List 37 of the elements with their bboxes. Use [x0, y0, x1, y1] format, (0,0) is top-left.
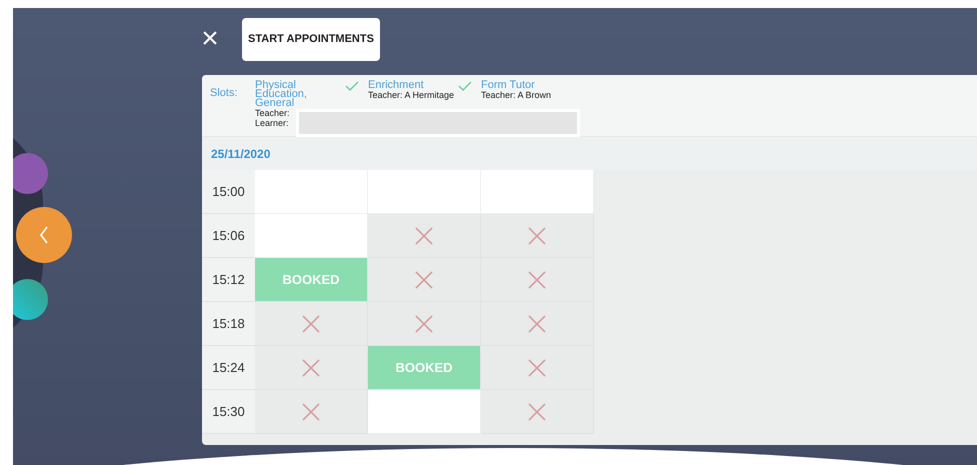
cross-icon: [527, 314, 547, 334]
free-slot[interactable]: [255, 214, 368, 258]
slot-title[interactable]: Physical Education, General: [255, 81, 343, 108]
cross-icon: [527, 270, 547, 290]
slot-detail: Teacher: A Brown: [481, 90, 552, 100]
cross-icon: [301, 314, 321, 334]
slot-detail: Teacher:: [255, 108, 291, 118]
cross-icon: [527, 358, 547, 378]
cross-icon: [414, 314, 434, 334]
time-label: 15:30: [202, 390, 255, 434]
cross-icon: [527, 402, 547, 422]
free-slot[interactable]: [368, 170, 481, 214]
booked-slot[interactable]: BOOKED: [368, 346, 481, 390]
time-label: 15:00: [202, 170, 255, 214]
free-slot[interactable]: [368, 390, 481, 434]
free-slot[interactable]: [255, 170, 368, 214]
cross-icon: [414, 226, 434, 246]
slot-title[interactable]: Enrichment: [368, 81, 456, 90]
nav-circle-button[interactable]: [13, 279, 48, 320]
slot-detail: Teacher: A Hermitage: [368, 90, 456, 100]
slots-label: Slots:: [209, 86, 239, 101]
nav-circle-button[interactable]: [13, 153, 48, 194]
cross-icon: [414, 270, 434, 290]
time-label: 15:06: [202, 214, 255, 258]
cross-icon: [301, 358, 321, 378]
booked-slot[interactable]: BOOKED: [255, 258, 368, 302]
chevron-left-icon: [39, 226, 49, 244]
cross-icon: [527, 226, 547, 246]
free-slot[interactable]: [481, 170, 594, 214]
start-appointments-button[interactable]: START APPOINTMENTS: [242, 18, 380, 60]
close-button[interactable]: ×: [200, 24, 220, 54]
cross-icon: [301, 402, 321, 422]
slot-title[interactable]: Form Tutor: [481, 81, 569, 90]
time-label: 15:12: [202, 258, 255, 302]
time-label: 15:18: [202, 302, 255, 346]
time-label: 15:24: [202, 346, 255, 390]
slot-detail: Learner:: [255, 118, 290, 128]
